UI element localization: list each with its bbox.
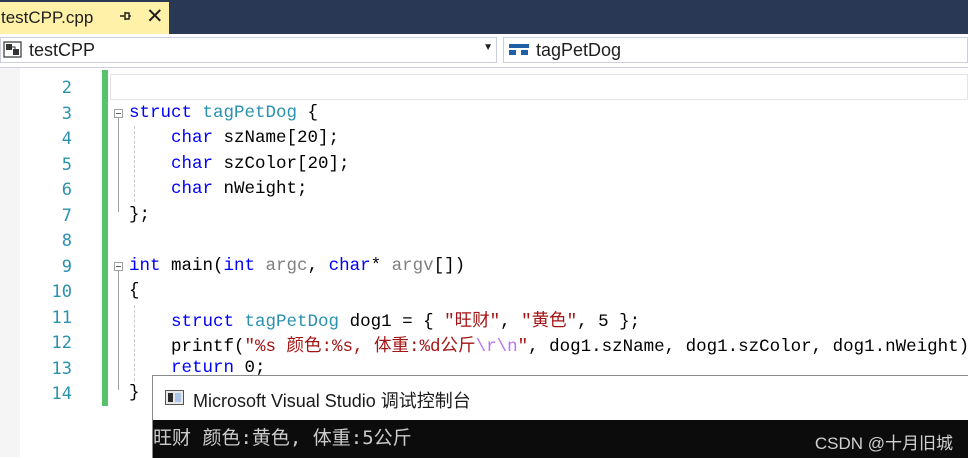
code-text: char nWeight; — [171, 179, 308, 199]
project-dropdown[interactable]: testCPP ▼ — [0, 37, 497, 63]
navigation-bar: testCPP ▼ tagPetDog — [0, 34, 968, 68]
line-number: 13 — [51, 358, 72, 379]
console-title: Microsoft Visual Studio 调试控制台 — [193, 391, 471, 411]
code-line: 12 printf("%s 颜色:%s, 体重:%d公斤\r\n", dog1.… — [0, 330, 968, 357]
document-tab-strip: testCPP.cpp ✕ — [0, 0, 968, 34]
console-title-bar[interactable]: Microsoft Visual Studio 调试控制台 — [153, 376, 968, 420]
tab-title: testCPP.cpp — [1, 8, 94, 27]
line-number: 9 — [61, 256, 72, 277]
chevron-down-icon[interactable]: ▼ — [483, 42, 493, 53]
line-number: 11 — [51, 307, 72, 328]
code-text: int main(int argc, char* argv[]) — [129, 255, 466, 276]
document-tab-testcpp[interactable]: testCPP.cpp ✕ — [0, 2, 169, 34]
line-number: 12 — [51, 333, 72, 353]
code-line: 3 struct tagPetDog { — [0, 101, 968, 212]
code-line: 8 — [0, 228, 968, 254]
collapse-icon[interactable] — [114, 108, 123, 118]
current-line-highlight — [110, 74, 968, 100]
line-number: 6 — [61, 180, 72, 200]
code-text: struct tagPetDog { — [129, 102, 319, 123]
line-number: 2 — [61, 78, 72, 98]
line-number: 8 — [61, 231, 72, 251]
line-number: 3 — [61, 103, 72, 124]
code-text: } — [129, 383, 140, 403]
watermark: CSDN @十月旧城 — [814, 434, 953, 453]
code-text: char szColor[20]; — [171, 153, 350, 174]
code-text: char szName[20]; — [171, 128, 340, 148]
code-text: }; — [129, 204, 151, 225]
code-line: 10 { — [0, 279, 968, 305]
code-text: { — [129, 281, 140, 301]
console-output-text: 旺财 颜色:黄色, 体重:5公斤 — [153, 427, 412, 449]
code-lines: 2 3 struct tagPetDog { 4 char szName[20]… — [0, 74, 968, 407]
debug-console-window[interactable]: Microsoft Visual Studio 调试控制台 旺财 颜色:黄色, … — [152, 375, 968, 458]
code-text: printf("%s 颜色:%s, 体重:%d公斤\r\n", dog1.szN… — [171, 337, 968, 357]
close-tab-icon[interactable]: ✕ — [146, 6, 164, 27]
project-icon — [3, 41, 22, 58]
line-number: 4 — [61, 129, 72, 149]
code-line: 2 — [0, 74, 968, 101]
line-number: 10 — [51, 282, 72, 302]
pin-icon[interactable] — [118, 9, 132, 25]
line-number: 14 — [51, 384, 72, 404]
line-number: 5 — [61, 154, 72, 175]
code-line: 5 char szColor[20]; — [0, 152, 968, 178]
collapse-icon[interactable] — [114, 261, 123, 271]
console-app-icon — [165, 390, 184, 405]
code-line: 4 char szName[20]; — [0, 126, 968, 202]
struct-icon — [509, 44, 529, 55]
project-name: testCPP — [29, 39, 96, 60]
console-output-area[interactable]: 旺财 颜色:黄色, 体重:5公斤 CSDN @十月旧城 — [153, 420, 968, 458]
member-dropdown[interactable]: tagPetDog — [503, 37, 968, 63]
code-line: 9 int main(int argc, char* argv[]) — [0, 254, 968, 390]
code-text: struct tagPetDog dog1 = { "旺财", "黄色", 5 … — [171, 311, 641, 332]
code-line: 6 char nWeight; — [0, 177, 968, 203]
member-name: tagPetDog — [536, 39, 622, 60]
code-line: 11 struct tagPetDog dog1 = { "旺财", "黄色",… — [0, 304, 968, 381]
line-number: 7 — [61, 205, 72, 226]
code-line: 7 }; — [0, 203, 968, 229]
